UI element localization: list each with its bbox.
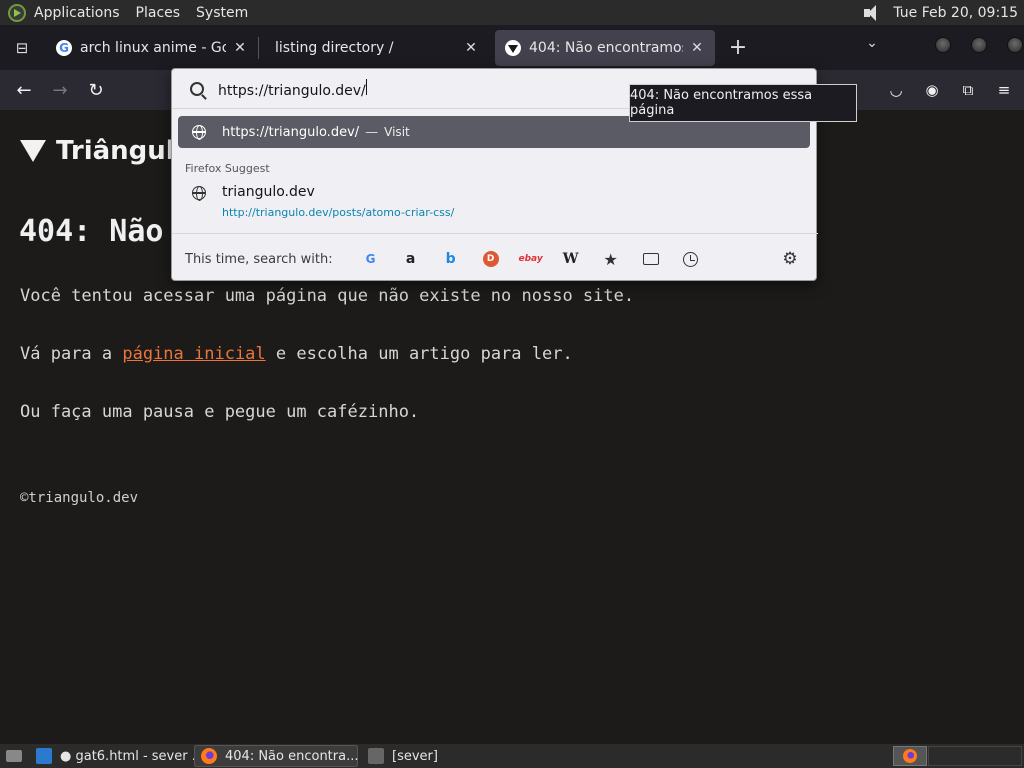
tab-separator bbox=[258, 36, 259, 59]
paragraph-1: Você tentou acessar uma página que não e… bbox=[20, 286, 635, 306]
forward-arrow-icon[interactable]: → bbox=[44, 74, 76, 106]
home-page-link[interactable]: página inicial bbox=[122, 344, 265, 364]
show-desktop-button[interactable] bbox=[2, 747, 26, 765]
taskbar-item-label: [sever] bbox=[392, 748, 438, 764]
reload-icon[interactable]: ↻ bbox=[80, 74, 112, 106]
tab-title: arch linux anime - Google Se bbox=[80, 39, 226, 56]
google-icon: G bbox=[56, 39, 72, 56]
search-icon bbox=[190, 81, 204, 96]
maximize-button[interactable] bbox=[971, 37, 987, 53]
taskbar-item-label: ● gat6.html - sever ... bbox=[60, 748, 205, 764]
close-tab-icon[interactable]: ✕ bbox=[463, 40, 479, 56]
taskbar-item-vscode[interactable]: ● gat6.html - sever ... bbox=[30, 745, 204, 767]
duckduckgo-engine-icon[interactable]: D bbox=[482, 251, 499, 267]
paragraph-2-pre: Vá para a bbox=[20, 344, 123, 364]
vscode-icon bbox=[36, 748, 52, 764]
bing-engine-icon[interactable]: b bbox=[443, 251, 459, 267]
search-with-label: This time, search with: bbox=[185, 251, 333, 267]
minimize-button[interactable] bbox=[935, 37, 951, 53]
extensions-icon[interactable]: ⧉ bbox=[952, 74, 984, 106]
divider bbox=[172, 233, 818, 234]
taskbar-item-label: 404: Não encontra... bbox=[225, 748, 359, 764]
paragraph-2-post: e escolha um artigo para ler. bbox=[265, 344, 573, 364]
distro-logo-icon[interactable] bbox=[8, 3, 26, 22]
tab-listing-directory[interactable]: listing directory / ✕ bbox=[265, 30, 489, 66]
tab-title: listing directory / bbox=[275, 39, 394, 56]
desktop-icon bbox=[6, 750, 22, 762]
workspace-2[interactable] bbox=[928, 746, 1022, 766]
firefox-icon bbox=[903, 749, 917, 763]
tab-google-search[interactable]: G arch linux anime - Google Se ✕ bbox=[46, 30, 258, 66]
menu-places[interactable]: Places bbox=[136, 5, 189, 21]
triangulo-icon bbox=[505, 39, 521, 56]
folder-icon bbox=[368, 748, 384, 764]
url-input[interactable]: https://triangulo.dev/ bbox=[218, 78, 367, 99]
ebay-engine-icon[interactable]: ebay bbox=[519, 251, 543, 267]
panel-clock[interactable]: Tue Feb 20, 09:15 bbox=[893, 5, 1018, 21]
top-panel: Applications Places System Tue Feb 20, 0… bbox=[0, 0, 1024, 25]
firefox-view-icon[interactable]: ⊟ bbox=[4, 30, 40, 66]
footer-text: ©triangulo.dev bbox=[20, 490, 139, 506]
tab-strip: ⊟ G arch linux anime - Google Se ✕ listi… bbox=[0, 25, 1024, 70]
pocket-icon[interactable]: ◡ bbox=[880, 74, 912, 106]
bookmarks-star-icon[interactable]: ★ bbox=[603, 250, 619, 269]
account-icon[interactable]: ◉ bbox=[916, 74, 948, 106]
paragraph-3: Ou faça uma pausa e pegue um cafézinho. bbox=[20, 402, 420, 422]
tab-title: 404: Não encontramos essa bbox=[529, 39, 683, 56]
suggestion-title: triangulo.dev bbox=[222, 184, 315, 200]
menu-system[interactable]: System bbox=[196, 5, 256, 21]
google-engine-icon[interactable]: G bbox=[363, 251, 379, 267]
taskbar: ● gat6.html - sever ... 404: Não encontr… bbox=[0, 744, 1024, 768]
page-heading: 404: Não bbox=[19, 214, 164, 249]
suggestion-url: http://triangulo.dev/posts/atomo-criar-c… bbox=[222, 206, 455, 219]
search-settings-gear-icon[interactable]: ⚙ bbox=[782, 249, 798, 269]
globe-icon bbox=[192, 186, 206, 201]
globe-icon bbox=[192, 125, 206, 140]
close-tab-icon[interactable]: ✕ bbox=[232, 40, 248, 56]
paragraph-2: Vá para a página inicial e escolha um ar… bbox=[20, 344, 573, 364]
triangle-logo-icon bbox=[20, 140, 46, 162]
taskbar-item-firefox[interactable]: 404: Não encontra... bbox=[194, 745, 359, 767]
list-all-tabs-chevron-icon[interactable]: ⌄ bbox=[862, 33, 882, 53]
hamburger-menu-icon[interactable]: ≡ bbox=[988, 74, 1020, 106]
workspace-1[interactable] bbox=[893, 746, 927, 766]
close-tab-icon[interactable]: ✕ bbox=[689, 40, 705, 56]
close-window-button[interactable] bbox=[1007, 37, 1023, 53]
tab-tooltip: 404: Não encontramos essa página bbox=[629, 84, 857, 122]
taskbar-item-folder[interactable]: [sever] bbox=[362, 745, 482, 767]
separator-dash: — bbox=[365, 124, 379, 140]
suggestion-row[interactable]: triangulo.dev http://triangulo.dev/posts… bbox=[172, 181, 818, 223]
firefox-suggest-header: Firefox Suggest bbox=[185, 162, 270, 175]
visit-label: Visit bbox=[384, 125, 410, 139]
tabs-icon[interactable] bbox=[642, 253, 659, 265]
firefox-icon bbox=[201, 748, 217, 764]
history-clock-icon[interactable] bbox=[682, 251, 698, 267]
wikipedia-engine-icon[interactable]: W bbox=[563, 251, 579, 267]
menu-applications[interactable]: Applications bbox=[34, 5, 128, 21]
tab-404-active[interactable]: 404: Não encontramos essa ✕ bbox=[495, 29, 715, 66]
visit-url-text: https://triangulo.dev/ bbox=[222, 124, 360, 140]
search-engines-row: This time, search with: G a b D ebay W ★… bbox=[185, 247, 810, 271]
new-tab-button[interactable]: + bbox=[723, 33, 753, 63]
back-arrow-icon[interactable]: ← bbox=[8, 74, 40, 106]
volume-icon[interactable] bbox=[861, 3, 883, 23]
site-logo[interactable]: Triângulo bbox=[20, 136, 193, 166]
amazon-engine-icon[interactable]: a bbox=[403, 251, 419, 267]
